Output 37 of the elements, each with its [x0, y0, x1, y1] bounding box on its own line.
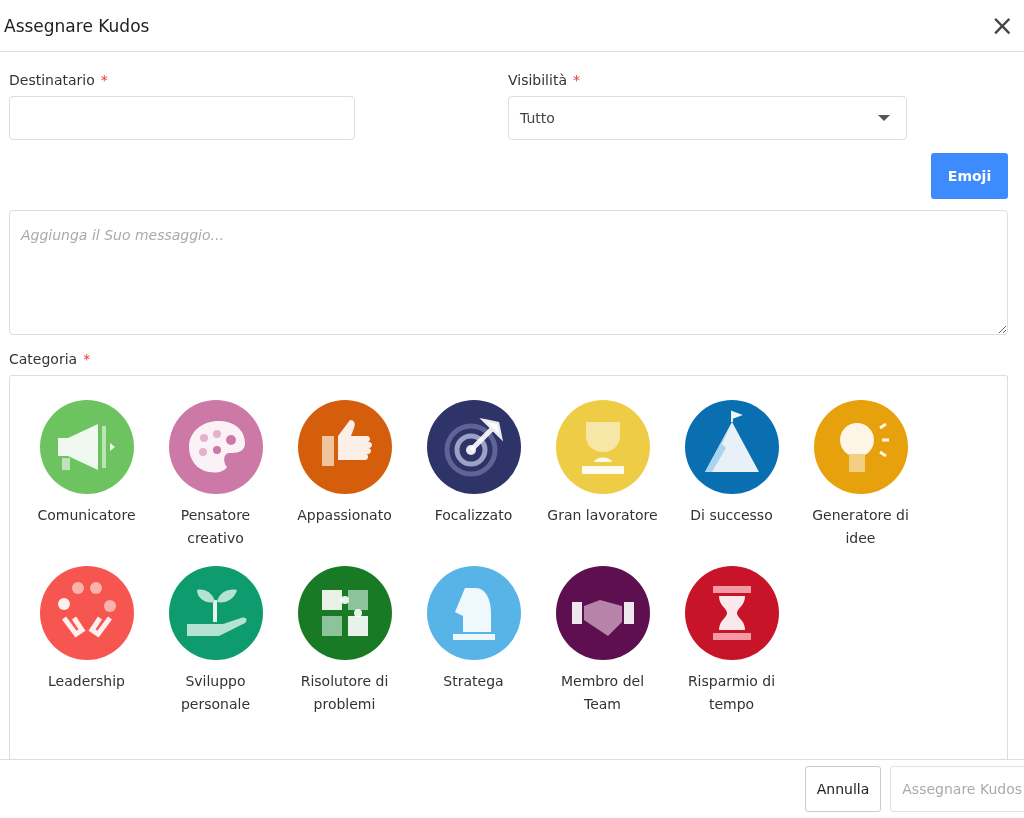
- dialog-title: Assegnare Kudos: [4, 15, 150, 36]
- megaphone-icon[interactable]: [39, 400, 134, 494]
- category-label[interactable]: Sviluppo personale: [159, 670, 272, 716]
- chess-knight-icon[interactable]: [426, 566, 521, 660]
- dropdown-field[interactable]: Tutto: [508, 96, 907, 140]
- category-label[interactable]: Generatore di idee: [804, 504, 917, 550]
- field-label: Visibilità: [508, 72, 567, 88]
- category-label[interactable]: Appassionato: [288, 504, 401, 527]
- hourglass-icon[interactable]: [684, 566, 779, 660]
- close-button[interactable]: ×: [986, 11, 1018, 40]
- field-label: Destinatario: [9, 72, 95, 88]
- category-label[interactable]: Membro del Team: [546, 670, 659, 716]
- cancel-button[interactable]: Annulla: [804, 766, 882, 812]
- category-label[interactable]: Gran lavoratore: [546, 504, 659, 527]
- required-mark: *: [572, 72, 580, 88]
- category-label[interactable]: Stratega: [417, 670, 530, 693]
- input-field[interactable]: [9, 96, 355, 140]
- thumbs-up-icon[interactable]: [297, 400, 392, 494]
- field-label: Categoria: [9, 351, 78, 367]
- required-mark: *: [83, 351, 91, 367]
- puzzle-icon[interactable]: [297, 566, 392, 660]
- category-label[interactable]: Risolutore di problemi: [288, 670, 401, 716]
- lightbulb-icon[interactable]: [813, 400, 908, 494]
- category-label[interactable]: Di successo: [675, 504, 788, 527]
- category-label[interactable]: Leadership: [30, 670, 143, 693]
- mountain-icon[interactable]: [684, 400, 779, 494]
- target-icon[interactable]: [426, 400, 521, 494]
- category-label[interactable]: Focalizzato: [417, 504, 530, 527]
- category-label[interactable]: Risparmio di tempo: [675, 670, 788, 716]
- palette-icon[interactable]: [168, 400, 263, 494]
- category-label[interactable]: Pensatore creativo: [159, 504, 272, 550]
- message-field[interactable]: Aggiunga il Suo messaggio...: [9, 210, 1008, 335]
- seedling-icon[interactable]: [168, 566, 263, 660]
- category-label[interactable]: Comunicatore: [30, 504, 143, 527]
- caret-icon: [878, 115, 890, 121]
- required-mark: *: [100, 72, 108, 88]
- dropdown-value: Tutto: [520, 110, 555, 126]
